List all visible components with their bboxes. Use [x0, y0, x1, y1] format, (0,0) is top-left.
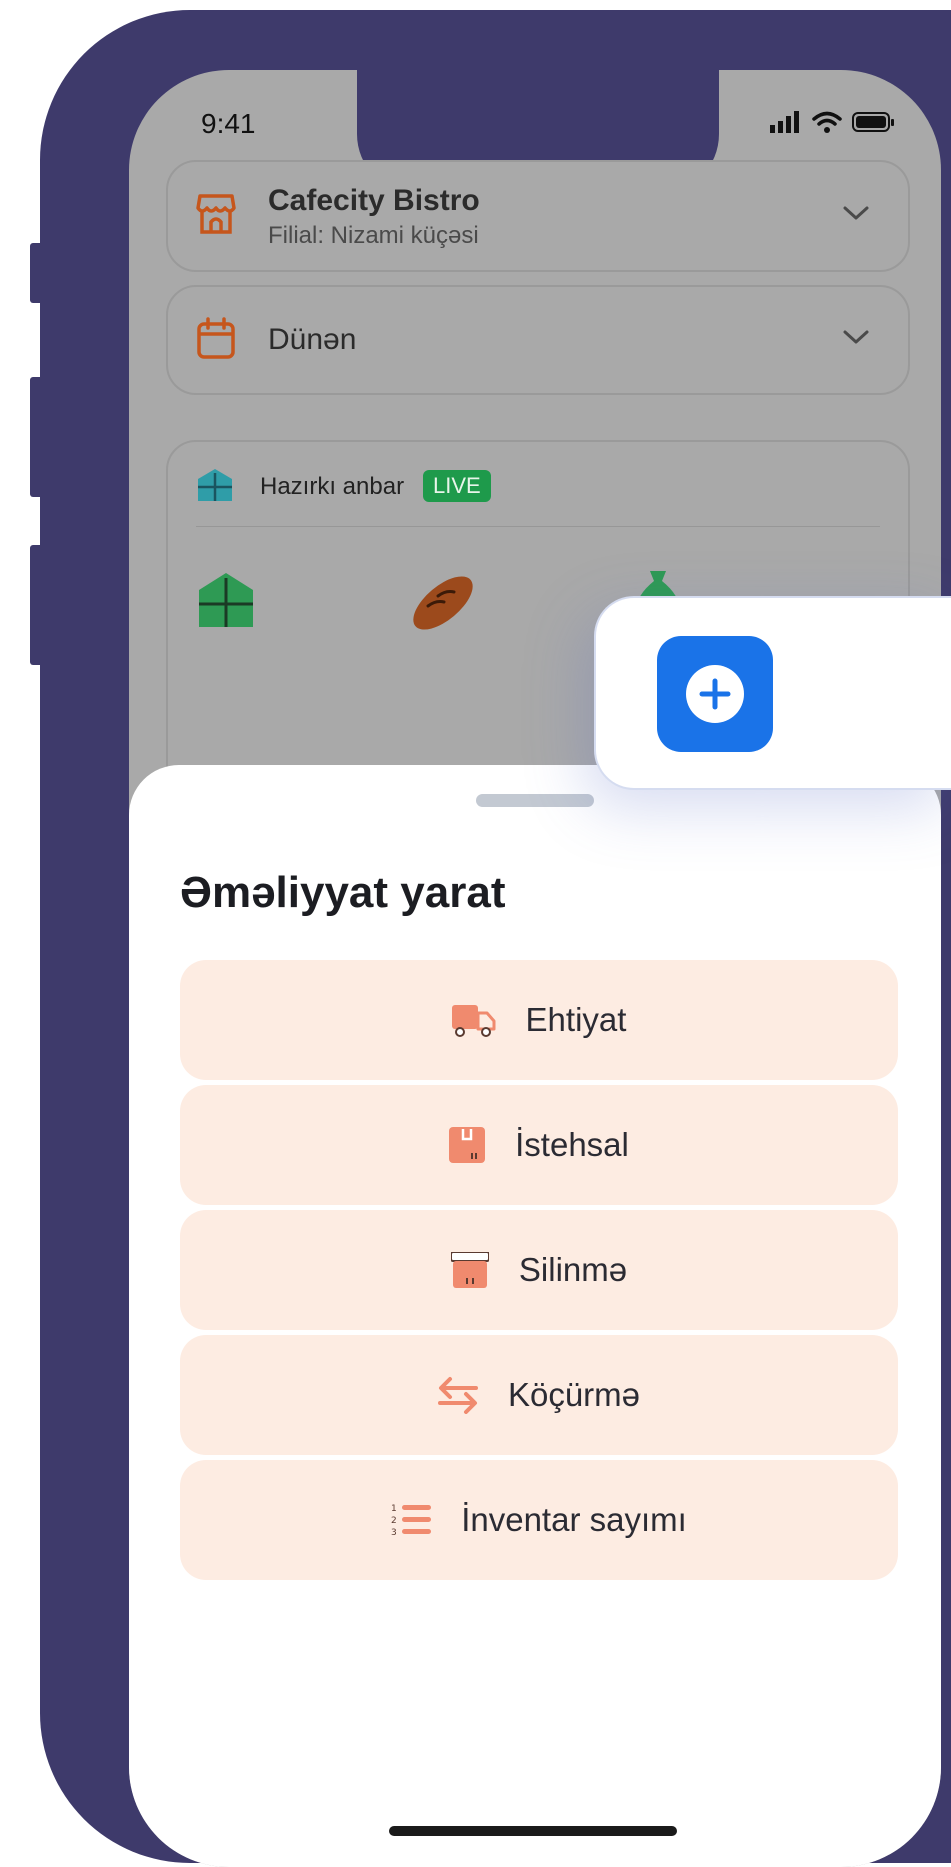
date-selector[interactable]: Dünən: [166, 285, 910, 395]
branch-name: Filial: Nizami küçəsi: [268, 222, 479, 249]
warehouse-icon: [198, 469, 232, 501]
archive-box-icon: [450, 1252, 489, 1288]
battery-icon: [852, 112, 894, 132]
action-label: Ehtiyat: [525, 1001, 627, 1038]
status-icons: [770, 108, 896, 136]
sheet-drag-handle[interactable]: [476, 794, 594, 807]
action-inventar-sayimi-button[interactable]: 1 2 3 İnventar sayımı: [180, 1460, 898, 1580]
numbered-list-icon: 1 2 3: [391, 1504, 432, 1538]
wifi-icon: [812, 111, 842, 133]
delivery-truck-icon: [451, 1005, 496, 1037]
fab-highlight-card: [594, 596, 951, 790]
chevron-down-icon[interactable]: [842, 204, 870, 222]
action-ehtiyat-button[interactable]: Ehtiyat: [180, 960, 898, 1080]
home-indicator: [389, 1826, 677, 1836]
phone-frame: 9:41 Cafecity Bistro Filial: Nizami küçə…: [40, 10, 951, 1867]
action-kocurme-button[interactable]: Köçürmə: [180, 1335, 898, 1455]
action-silinme-button[interactable]: Silinmə: [180, 1210, 898, 1330]
store-icon: [196, 194, 236, 234]
phone-screen: 9:41 Cafecity Bistro Filial: Nizami küçə…: [129, 70, 941, 1867]
action-istehsal-button[interactable]: İstehsal: [180, 1085, 898, 1205]
svg-text:3: 3: [391, 1528, 397, 1538]
restaurant-name: Cafecity Bistro: [268, 184, 480, 217]
svg-text:2: 2: [391, 1516, 397, 1526]
divider: [196, 526, 880, 527]
plus-circle-icon: [686, 665, 744, 723]
calendar-icon: [197, 317, 235, 359]
restaurant-selector[interactable]: Cafecity Bistro Filial: Nizami küçəsi: [166, 160, 910, 272]
status-time: 9:41: [201, 108, 256, 139]
action-label: Silinmə: [518, 1251, 628, 1288]
cellular-signal-icon: [770, 111, 799, 133]
action-label: İnventar sayımı: [461, 1501, 687, 1538]
action-label: İstehsal: [515, 1126, 629, 1163]
package-box-icon: [449, 1127, 486, 1163]
bread-icon: [413, 576, 473, 630]
warehouse-large-icon: [199, 573, 253, 627]
bottom-sheet: Əməliyyat yarat Ehtiyat İstehsal Silinmə…: [129, 765, 941, 1867]
action-label: Köçürmə: [507, 1376, 641, 1413]
inventory-label: Hazırkı anbar: [260, 473, 405, 500]
live-badge: LIVE: [423, 470, 491, 502]
sheet-title: Əməliyyat yarat: [180, 868, 506, 917]
chevron-down-icon[interactable]: [842, 328, 870, 346]
date-label: Dünən: [268, 323, 357, 356]
transfer-arrows-icon: [437, 1377, 478, 1414]
svg-text:1: 1: [391, 1504, 397, 1514]
add-operation-button[interactable]: [657, 636, 773, 752]
